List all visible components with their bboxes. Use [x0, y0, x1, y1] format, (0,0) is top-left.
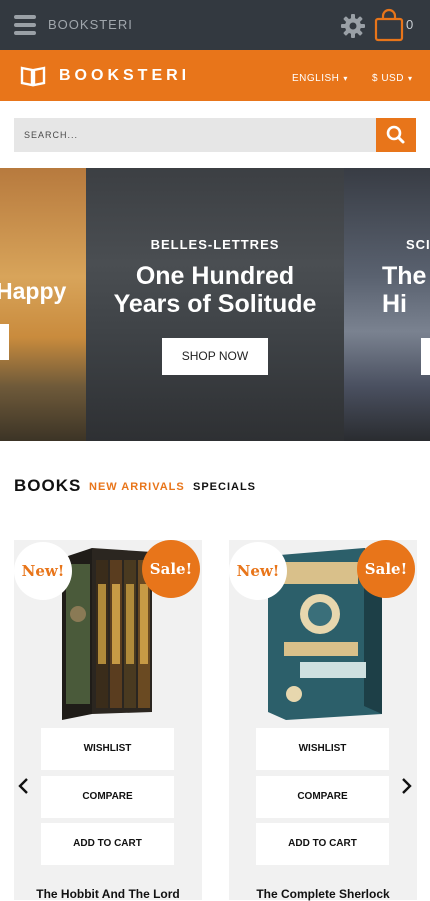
logo-text[interactable]: BOOKSTERI	[59, 67, 190, 85]
chevron-right-icon[interactable]	[398, 773, 414, 799]
currency-label: $ USD	[372, 73, 404, 84]
currency-select[interactable]: $ USD ▾	[372, 73, 412, 84]
slide-title-line1: One Hundred	[135, 262, 295, 290]
slide-title-line1: The	[382, 262, 427, 290]
wishlist-button[interactable]: WISHLIST	[256, 728, 389, 770]
slide-title-line2: Years of Solitude	[113, 290, 317, 318]
shop-now-button[interactable]	[0, 324, 9, 360]
product-name[interactable]: The Complete Sherlock	[229, 887, 417, 901]
cart-count: 0	[406, 17, 414, 32]
slide-category: BELLES-LETTRES	[150, 237, 280, 252]
new-badge: New!	[14, 542, 72, 600]
section-title: BOOKS	[14, 476, 82, 495]
product-card[interactable]: New! Sale! WISHLIST COMPARE ADD TO CART …	[14, 540, 202, 901]
language-select[interactable]: ENGLISH ▾	[292, 73, 348, 84]
shop-now-button[interactable]	[421, 338, 430, 375]
gear-icon[interactable]	[340, 13, 366, 39]
chevron-down-icon: ▾	[407, 74, 413, 83]
product-card[interactable]: New! Sale! WISHLIST COMPARE ADD TO CART …	[229, 540, 417, 901]
product-name[interactable]: The Hobbit And The Lord	[14, 887, 202, 901]
slide-title: One Hundred Years of Solitude	[86, 262, 344, 318]
book-logo-icon[interactable]	[20, 65, 46, 87]
slide-next: SCI The Hi	[344, 168, 430, 441]
wishlist-button[interactable]: WISHLIST	[41, 728, 174, 770]
slide-title-line2: Hi	[382, 290, 407, 318]
new-badge: New!	[229, 542, 287, 600]
chevron-down-icon: ▾	[343, 74, 348, 83]
slide-title: The Hi	[382, 262, 426, 318]
cart-icon[interactable]	[374, 8, 404, 42]
add-to-cart-button[interactable]: ADD TO CART	[41, 823, 174, 865]
sale-badge: Sale!	[142, 540, 200, 598]
compare-button[interactable]: COMPARE	[256, 776, 389, 818]
search-input[interactable]	[14, 118, 376, 152]
slide-current: BELLES-LETTRES One Hundred Years of Soli…	[86, 168, 344, 441]
tab-new-arrivals[interactable]: NEW ARRIVALS	[89, 481, 185, 493]
chevron-left-icon[interactable]	[16, 773, 32, 799]
slide-title: Happy	[0, 278, 67, 304]
slide-category: SCI	[406, 237, 430, 252]
compare-button[interactable]: COMPARE	[41, 776, 174, 818]
hero-slider[interactable]: Happy BELLES-LETTRES One Hundred Years o…	[0, 168, 430, 441]
shop-now-button[interactable]: SHOP NOW	[162, 338, 268, 375]
tab-specials[interactable]: SPECIALS	[193, 481, 256, 493]
add-to-cart-button[interactable]: ADD TO CART	[256, 823, 389, 865]
search-icon	[386, 125, 405, 144]
slide-previous: Happy	[0, 168, 86, 441]
language-label: ENGLISH	[292, 73, 340, 84]
menu-icon[interactable]	[14, 15, 36, 35]
search-bar	[14, 118, 416, 152]
sale-badge: Sale!	[357, 540, 415, 598]
top-brand: BOOKSTERI	[48, 17, 133, 32]
search-button[interactable]	[376, 118, 416, 152]
